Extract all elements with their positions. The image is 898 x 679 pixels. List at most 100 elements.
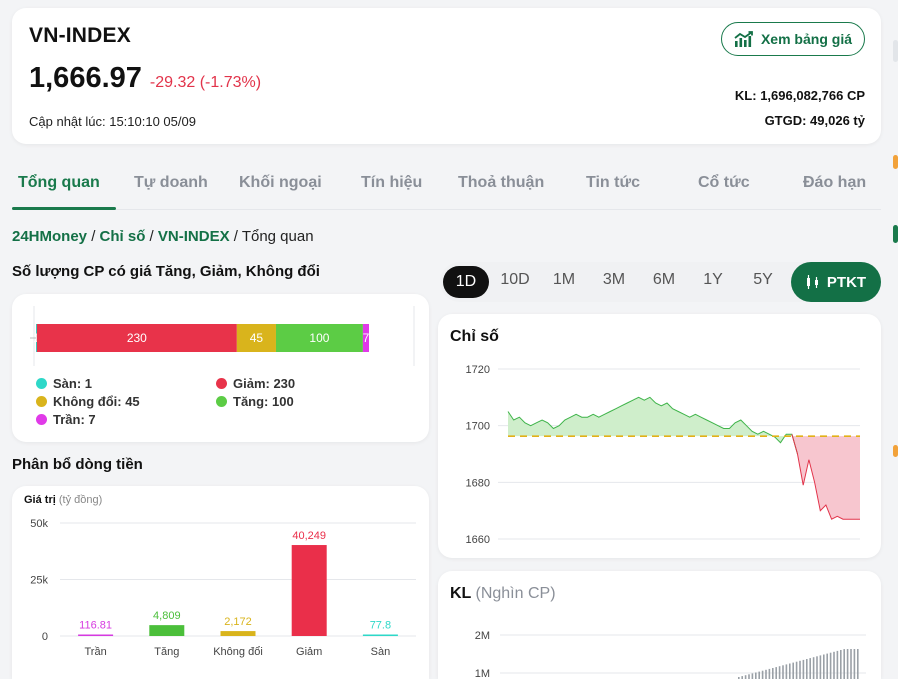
side-accent bbox=[893, 155, 898, 169]
legend-advance-label: Tăng: 100 bbox=[233, 394, 294, 409]
legend-dot bbox=[216, 378, 227, 389]
chart-up-icon bbox=[734, 31, 753, 47]
breadth-bar-chart: 1 230 45 100 7 bbox=[30, 306, 415, 366]
flow-category-label: Sàn bbox=[371, 646, 391, 658]
volume-bar bbox=[789, 663, 791, 679]
total-value: GTGD: 49,026 tỷ bbox=[764, 113, 865, 128]
tab-negotiated[interactable]: Thoả thuận bbox=[458, 174, 544, 192]
breadcrumb-current: Tổng quan bbox=[241, 228, 314, 245]
flow-category-label: Tăng bbox=[154, 646, 179, 658]
index-ytick: 1700 bbox=[466, 421, 490, 433]
index-line-chart: 1720 1700 1680 1660 bbox=[466, 364, 860, 546]
legend-unchanged: Không đổi: 45 bbox=[36, 394, 140, 409]
volume-ytick: 2M bbox=[475, 630, 490, 642]
volume-bar bbox=[751, 673, 754, 679]
flow-category-label: Trần bbox=[84, 646, 106, 658]
breadcrumb-indices[interactable]: Chỉ số bbox=[100, 228, 146, 245]
volume-bar-chart: 2M 1M bbox=[475, 630, 866, 679]
tab-signals[interactable]: Tín hiệu bbox=[361, 174, 422, 192]
legend-dot bbox=[216, 396, 227, 407]
volume-bar bbox=[819, 655, 822, 679]
index-ytick: 1680 bbox=[466, 477, 490, 489]
volume-bar bbox=[799, 660, 801, 679]
legend-ceiling: Trần: 7 bbox=[36, 412, 96, 427]
money-flow-card: Giá trị (tỷ đồng) 50k 25k 0 116.81 Trần 4,80… bbox=[12, 486, 429, 679]
volume-bar bbox=[802, 659, 805, 679]
technical-analysis-label: PTKT bbox=[826, 273, 867, 291]
volume-bar bbox=[826, 653, 828, 679]
flow-category-label: Không đổi bbox=[213, 646, 263, 658]
flow-bar bbox=[78, 634, 114, 636]
volume-bar bbox=[840, 650, 842, 679]
legend-dot bbox=[36, 396, 47, 407]
legend-dot bbox=[36, 378, 47, 389]
volume-bar bbox=[744, 675, 747, 679]
flow-category-label: Giảm bbox=[296, 646, 322, 658]
volume-bar bbox=[853, 649, 856, 679]
side-accent bbox=[893, 40, 898, 62]
flow-ytick: 50k bbox=[30, 518, 48, 530]
period-1m[interactable]: 1M bbox=[542, 271, 586, 289]
period-6m[interactable]: 6M bbox=[642, 271, 686, 289]
side-accent bbox=[893, 445, 898, 457]
breadth-segment-label: 100 bbox=[309, 331, 329, 345]
breadth-segment-label: 7 bbox=[363, 331, 370, 345]
ticker-symbol: VN-INDEX bbox=[29, 24, 131, 47]
tab-foreign[interactable]: Khối ngoại bbox=[239, 174, 322, 192]
breadth-card: 1 230 45 100 7 Sàn: 1 Giảm: 230 Không đổi: 4… bbox=[12, 294, 429, 442]
index-chart-card: Chỉ số 1720 1700 1680 1660 bbox=[438, 314, 881, 558]
tab-dividends[interactable]: Cổ tức bbox=[698, 174, 750, 192]
period-10d[interactable]: 10D bbox=[493, 271, 537, 289]
legend-advance: Tăng: 100 bbox=[216, 394, 294, 409]
volume-bar bbox=[775, 667, 777, 679]
legend-floor: Sàn: 1 bbox=[36, 376, 92, 391]
side-accent bbox=[893, 225, 898, 243]
index-change: -29.32 (-1.73%) bbox=[149, 74, 262, 91]
updated-time: Cập nhật lúc: 15:10:10 05/09 bbox=[29, 114, 196, 129]
volume-bar bbox=[809, 658, 811, 679]
legend-unchanged-label: Không đổi: 45 bbox=[53, 394, 140, 409]
flow-ytick: 25k bbox=[30, 575, 48, 587]
price-board-button[interactable]: Xem bảng giá bbox=[720, 22, 865, 56]
period-1d[interactable]: 1D bbox=[443, 266, 489, 298]
legend-floor-label: Sàn: 1 bbox=[53, 376, 93, 391]
volume-bar bbox=[772, 668, 774, 679]
technical-analysis-button[interactable]: PTKT bbox=[791, 262, 881, 302]
flow-bar-value: 2,172 bbox=[224, 616, 252, 628]
volume-bar bbox=[755, 672, 757, 679]
volume-ytick: 1M bbox=[475, 668, 490, 679]
tab-overview[interactable]: Tổng quan bbox=[18, 174, 100, 192]
volume-bar bbox=[816, 656, 818, 679]
volume-bar bbox=[850, 649, 852, 679]
flow-bar bbox=[362, 634, 398, 636]
legend-decline-label: Giảm: 230 bbox=[233, 376, 296, 391]
tab-proprietary[interactable]: Tự doanh bbox=[134, 174, 208, 192]
money-flow-title: Phân bổ dòng tiền bbox=[12, 456, 143, 473]
tab-news[interactable]: Tin tức bbox=[586, 174, 640, 192]
volume-bar bbox=[782, 665, 784, 679]
period-1y[interactable]: 1Y bbox=[691, 271, 735, 289]
flow-ytick: 0 bbox=[42, 631, 48, 643]
volume-bar bbox=[761, 670, 764, 679]
page: VN-INDEX 1,666.97 -29.32 (-1.73%) Cập nh… bbox=[0, 0, 898, 679]
breadcrumb-vnindex[interactable]: VN-INDEX bbox=[158, 228, 230, 245]
breadth-segment-label: 45 bbox=[250, 331, 264, 345]
period-3m[interactable]: 3M bbox=[592, 271, 636, 289]
breadth-title: Số lượng CP có giá Tăng, Giảm, Không đổi bbox=[12, 263, 320, 280]
volume-bar bbox=[768, 668, 771, 679]
legend-dot bbox=[36, 414, 47, 425]
volume-chart-card: KL (Nghìn CP) 2M 1M bbox=[438, 571, 881, 679]
index-price: 1,666.97 bbox=[29, 62, 142, 94]
volume-bar bbox=[836, 650, 839, 679]
period-5y[interactable]: 5Y bbox=[741, 271, 785, 289]
flow-bar-value: 4,809 bbox=[153, 610, 181, 622]
legend-decline: Giảm: 230 bbox=[216, 376, 295, 391]
candlestick-icon bbox=[806, 275, 818, 289]
flow-bar-value: 40,249 bbox=[292, 530, 326, 542]
price-board-label: Xem bảng giá bbox=[760, 31, 852, 47]
volume-bar bbox=[812, 657, 815, 679]
index-header-card: VN-INDEX 1,666.97 -29.32 (-1.73%) Cập nh… bbox=[12, 8, 881, 144]
tab-maturity[interactable]: Đáo hạn bbox=[803, 174, 866, 192]
flow-bar bbox=[291, 545, 327, 636]
breadcrumb-home[interactable]: 24HMoney bbox=[12, 228, 87, 245]
